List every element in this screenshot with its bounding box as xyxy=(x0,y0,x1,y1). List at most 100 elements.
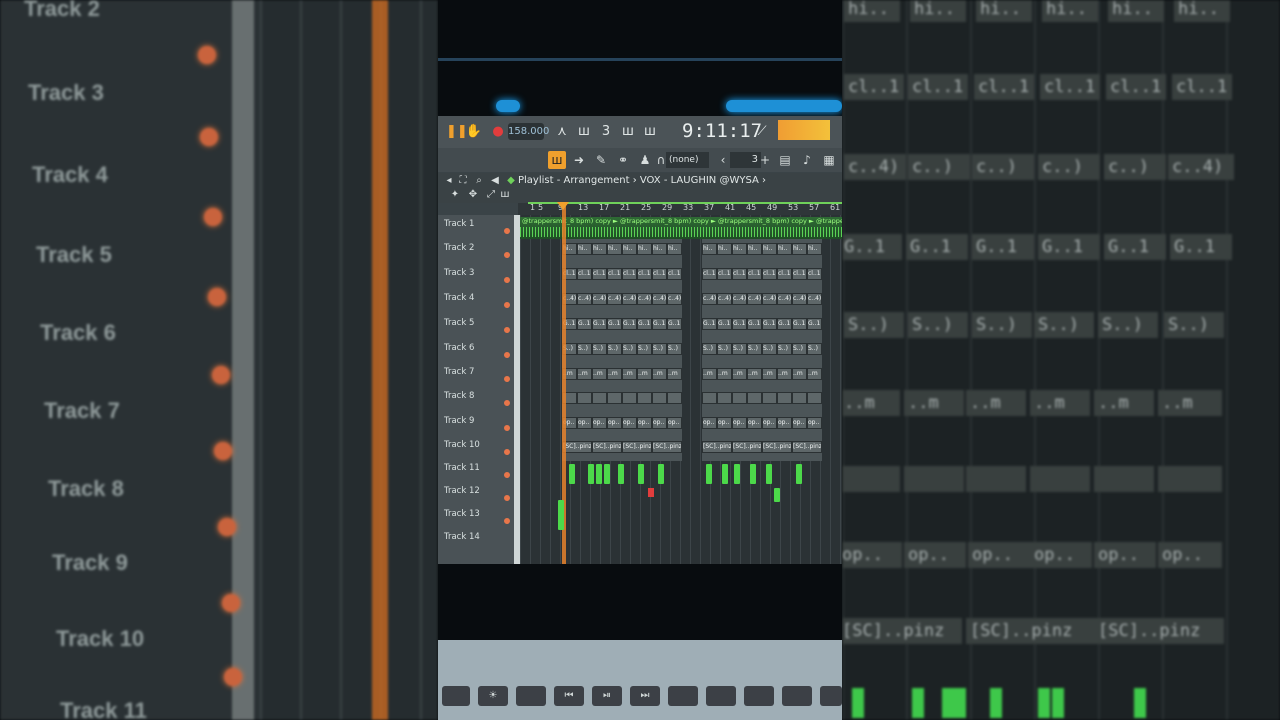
pattern-clip[interactable]: ..m xyxy=(577,368,592,380)
step-edit-icon[interactable]: ш xyxy=(618,122,638,142)
pattern-clip[interactable]: S..) xyxy=(762,343,777,355)
pattern-clip[interactable]: c..4) xyxy=(702,293,717,305)
pattern-clip[interactable]: ..m xyxy=(732,368,747,380)
add-icon[interactable]: ✦ xyxy=(446,186,464,204)
pattern-clip[interactable]: [SC]..pinz xyxy=(622,441,652,453)
pattern-clip[interactable]: ..m xyxy=(777,368,792,380)
note-clip[interactable] xyxy=(774,488,780,502)
pattern-clip[interactable]: cl..1 xyxy=(637,268,652,280)
pattern-clip[interactable] xyxy=(807,392,822,404)
pattern-clip[interactable]: op.. xyxy=(652,417,667,429)
pattern-clip[interactable]: hi.. xyxy=(762,243,777,255)
pattern-clip[interactable]: ..m xyxy=(667,368,682,380)
note-clip[interactable] xyxy=(618,464,624,484)
pattern-clip[interactable]: S..) xyxy=(577,343,592,355)
pattern-clip[interactable]: G..1 xyxy=(807,318,822,330)
pattern-clip[interactable]: [SC]..pinz xyxy=(762,441,792,453)
plus-icon[interactable]: + xyxy=(760,151,770,169)
pattern-clip[interactable] xyxy=(762,392,777,404)
pattern-clip[interactable]: ..m xyxy=(792,368,807,380)
audio-clip[interactable]: @trappersmit_8 bpm) copy ► @trappersmit_… xyxy=(520,217,842,239)
pattern-clip[interactable]: G..1 xyxy=(777,318,792,330)
pattern-clip[interactable]: ..m xyxy=(607,368,622,380)
grid-icon[interactable]: ш xyxy=(496,186,514,204)
note-clip[interactable] xyxy=(569,464,575,484)
pattern-clip[interactable]: hi.. xyxy=(577,243,592,255)
loop-record-icon[interactable]: ш xyxy=(640,122,660,142)
track-header[interactable]: Track 8 xyxy=(438,387,514,411)
wait-input-icon[interactable]: ш xyxy=(574,122,594,142)
tempo-display[interactable]: 158.000 xyxy=(508,123,549,140)
mute-dot[interactable] xyxy=(504,327,510,333)
magnet-icon[interactable]: ∩ xyxy=(656,151,666,169)
note-clip[interactable] xyxy=(750,464,756,484)
note-clip[interactable] xyxy=(722,464,728,484)
pattern-clip[interactable]: G..1 xyxy=(607,318,622,330)
note-clip[interactable] xyxy=(604,464,610,484)
mute-dot[interactable] xyxy=(504,302,510,308)
pattern-clip[interactable]: c..4) xyxy=(577,293,592,305)
pattern-clip[interactable]: S..) xyxy=(592,343,607,355)
playlist-icon[interactable]: ш xyxy=(548,151,566,169)
pattern-clip[interactable]: ..m xyxy=(762,368,777,380)
pattern-clip[interactable]: op.. xyxy=(607,417,622,429)
pattern-clip[interactable]: c..4) xyxy=(717,293,732,305)
pattern-clip[interactable]: c..4) xyxy=(732,293,747,305)
pattern-clip[interactable]: hi.. xyxy=(652,243,667,255)
pattern-clip[interactable]: G..1 xyxy=(747,318,762,330)
pattern-clip[interactable]: ..m xyxy=(747,368,762,380)
pattern-clip[interactable]: S..) xyxy=(702,343,717,355)
pattern-clip[interactable] xyxy=(667,392,682,404)
pattern-clip[interactable]: G..1 xyxy=(667,318,682,330)
pattern-clip[interactable]: ..m xyxy=(702,368,717,380)
pattern-clip[interactable] xyxy=(717,392,732,404)
pattern-clip[interactable]: op.. xyxy=(622,417,637,429)
pattern-clip[interactable]: hi.. xyxy=(792,243,807,255)
mute-dot[interactable] xyxy=(504,228,510,234)
pattern-clip[interactable]: cl..1 xyxy=(592,268,607,280)
pattern-clip[interactable] xyxy=(607,392,622,404)
mixer-icon[interactable]: ▦ xyxy=(820,151,838,169)
pattern-clip[interactable]: c..4) xyxy=(792,293,807,305)
track-header[interactable]: Track 4 xyxy=(438,289,514,313)
note-clip[interactable] xyxy=(796,464,802,484)
pattern-clip[interactable]: G..1 xyxy=(637,318,652,330)
pattern-clip[interactable]: op.. xyxy=(637,417,652,429)
track-header[interactable]: Track 14 xyxy=(438,528,514,552)
pattern-clip[interactable]: c..4) xyxy=(592,293,607,305)
pattern-clip[interactable]: op.. xyxy=(592,417,607,429)
pattern-clip[interactable]: G..1 xyxy=(592,318,607,330)
pattern-clip[interactable]: op.. xyxy=(807,417,822,429)
pattern-clip[interactable]: hi.. xyxy=(732,243,747,255)
mute-dot[interactable] xyxy=(504,495,510,501)
track-header[interactable]: Track 9 xyxy=(438,412,514,436)
pattern-clip[interactable]: c..4) xyxy=(652,293,667,305)
pattern-clip[interactable]: [SC]..pinz xyxy=(592,441,622,453)
pattern-number[interactable]: 3 xyxy=(730,152,761,168)
note-clip[interactable] xyxy=(638,464,644,484)
mute-dot[interactable] xyxy=(504,518,510,524)
mute-dot[interactable] xyxy=(504,277,510,283)
pattern-clip[interactable]: ..m xyxy=(637,368,652,380)
pattern-clip[interactable]: ..m xyxy=(652,368,667,380)
pencil-icon[interactable]: ✎ xyxy=(592,151,610,169)
pattern-clip[interactable]: G..1 xyxy=(622,318,637,330)
track-header[interactable]: Track 11 xyxy=(438,459,514,483)
pattern-clip[interactable]: G..1 xyxy=(702,318,717,330)
track-header[interactable]: Track 12 xyxy=(438,482,514,506)
pattern-clip[interactable] xyxy=(637,392,652,404)
mute-dot[interactable] xyxy=(504,352,510,358)
pattern-clip[interactable] xyxy=(577,392,592,404)
pattern-clip[interactable]: S..) xyxy=(667,343,682,355)
track-header[interactable]: Track 2 xyxy=(438,239,514,263)
note-clip[interactable] xyxy=(706,464,712,484)
pattern-clip[interactable]: G..1 xyxy=(577,318,592,330)
pattern-clip[interactable]: op.. xyxy=(717,417,732,429)
mute-dot[interactable] xyxy=(504,425,510,431)
pattern-clip[interactable]: c..4) xyxy=(622,293,637,305)
pattern-clip[interactable] xyxy=(792,392,807,404)
note-clip[interactable] xyxy=(588,464,594,484)
pattern-clip[interactable]: c..4) xyxy=(747,293,762,305)
pattern-clip[interactable]: ..m xyxy=(592,368,607,380)
track-header[interactable]: Track 6 xyxy=(438,339,514,363)
